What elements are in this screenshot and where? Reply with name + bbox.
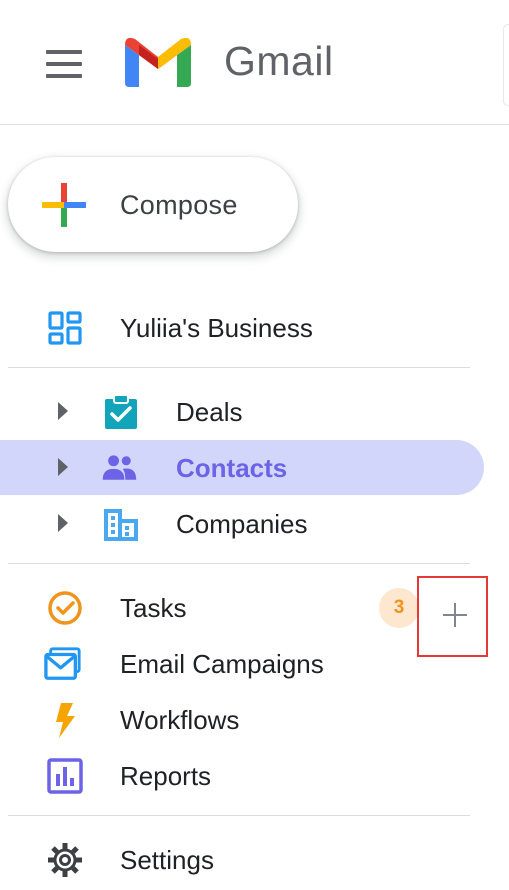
- bar-chart-icon: [47, 758, 83, 794]
- sidebar-item-label: Settings: [120, 845, 214, 875]
- sidebar-item-deals[interactable]: Deals: [0, 384, 509, 440]
- divider: [8, 563, 470, 564]
- sidebar-item-label: Contacts: [176, 453, 288, 483]
- app-name: Gmail: [224, 38, 334, 84]
- gmail-logo-icon[interactable]: [122, 33, 194, 89]
- expand-arrow-icon[interactable]: [58, 402, 68, 420]
- sidebar-item-reports[interactable]: Reports: [0, 748, 509, 804]
- sidebar-item-settings[interactable]: Settings: [0, 832, 509, 888]
- sidebar-item-email-campaigns[interactable]: Email Campaigns: [0, 636, 509, 692]
- lightning-icon: [56, 703, 75, 738]
- divider: [8, 815, 470, 816]
- sidebar-item-workflows[interactable]: Workflows: [0, 692, 509, 748]
- people-icon: [102, 455, 137, 480]
- check-circle-icon: [48, 591, 82, 625]
- sidebar-item-contacts[interactable]: Contacts: [0, 440, 509, 496]
- sidebar-item-label: Deals: [176, 397, 243, 427]
- sidebar-item-label: Email Campaigns: [120, 649, 324, 679]
- workspace-label: Yuliia's Business: [120, 313, 313, 343]
- tasks-count-badge: 3: [379, 588, 419, 628]
- sidebar-item-label: Reports: [120, 761, 212, 791]
- header: Gmail: [0, 0, 509, 125]
- clipboard-check-icon: [105, 394, 137, 429]
- expand-arrow-icon[interactable]: [58, 514, 68, 532]
- search-bar-edge: [503, 24, 509, 106]
- plus-icon: [454, 603, 456, 627]
- compose-label: Compose: [120, 190, 238, 220]
- expand-arrow-icon[interactable]: [58, 458, 68, 476]
- gear-icon: [48, 843, 82, 877]
- mail-icon: [44, 647, 81, 680]
- sidebar-item-label: Tasks: [120, 593, 187, 623]
- dashboard-grid-icon: [48, 311, 82, 345]
- plus-icon: [42, 183, 86, 227]
- workspace-item[interactable]: Yuliia's Business: [0, 300, 509, 356]
- divider: [8, 367, 470, 368]
- sidebar-item-companies[interactable]: Companies: [0, 496, 509, 552]
- sidebar-item-label: Companies: [176, 509, 308, 539]
- hamburger-menu-icon[interactable]: [36, 44, 92, 84]
- sidebar-item-label: Workflows: [120, 705, 240, 735]
- building-icon: [104, 509, 138, 541]
- compose-button[interactable]: Compose: [8, 157, 298, 252]
